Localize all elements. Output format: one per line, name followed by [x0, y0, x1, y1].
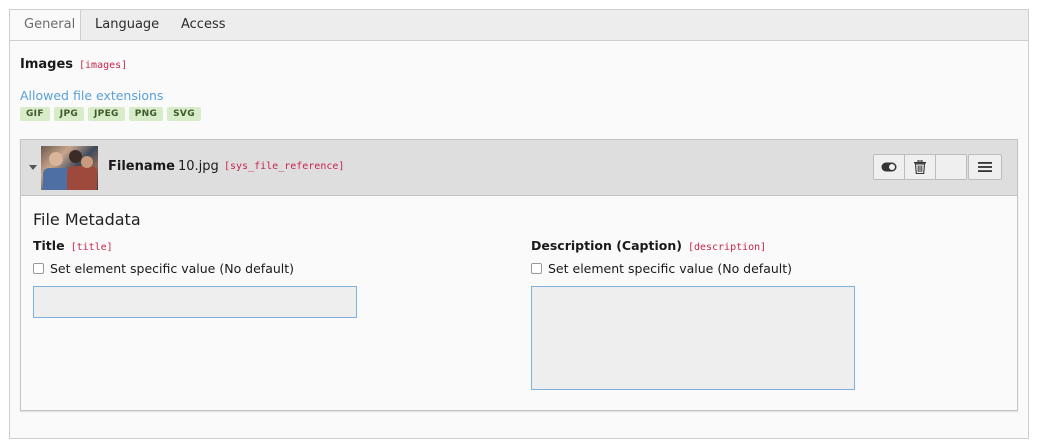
- description-specific-value-checkbox-row[interactable]: Set element specific value (No default): [531, 261, 792, 276]
- hamburger-icon: [978, 162, 992, 172]
- images-field-title: Images [images]: [20, 57, 127, 72]
- record-button-group: [873, 154, 1002, 180]
- extension-badge-jpg: JPG: [53, 107, 85, 121]
- title-specific-value-checkbox-row[interactable]: Set element specific value (No default): [33, 261, 294, 276]
- tab-access[interactable]: Access: [167, 10, 240, 41]
- description-label-text: Description (Caption): [531, 238, 682, 253]
- images-field-code: [images]: [79, 60, 128, 71]
- blank-action-button[interactable]: [935, 154, 967, 180]
- extension-badge-jpeg: JPEG: [88, 107, 125, 121]
- tab-bar: General Language Access: [9, 9, 1029, 42]
- collapse-caret-icon[interactable]: [29, 165, 37, 170]
- extension-badge-gif: GIF: [20, 107, 50, 121]
- extension-badge-svg: SVG: [167, 107, 201, 121]
- title-field-code: [title]: [70, 242, 113, 253]
- image-thumbnail[interactable]: [41, 146, 98, 190]
- allowed-extensions-label: Allowed file extensions: [20, 88, 164, 103]
- description-field-code: [description]: [687, 242, 767, 253]
- title-input[interactable]: [33, 286, 357, 318]
- description-checkbox-label: Set element specific value (No default): [548, 261, 793, 276]
- delete-button[interactable]: [904, 154, 936, 180]
- tab-language[interactable]: Language: [81, 10, 173, 41]
- file-reference-code: [sys_file_reference]: [224, 161, 345, 172]
- file-reference-panel: Filename 10.jpg [sys_file_reference] Fil…: [20, 139, 1018, 411]
- description-textarea[interactable]: [531, 286, 855, 390]
- more-actions-button[interactable]: [968, 154, 1002, 180]
- file-reference-header[interactable]: Filename 10.jpg [sys_file_reference]: [21, 140, 1017, 196]
- filename-label: Filename: [108, 159, 175, 174]
- trash-icon: [914, 160, 926, 174]
- description-specific-value-checkbox[interactable]: [531, 263, 542, 274]
- tab-panel-general: Images [images] Allowed file extensions G…: [9, 40, 1029, 439]
- title-label-text: Title: [33, 238, 65, 253]
- extension-badge-png: PNG: [128, 107, 164, 121]
- toggle-visibility-button[interactable]: [873, 154, 905, 180]
- extension-badges: GIF JPG JPEG PNG SVG: [20, 107, 201, 121]
- filename-value: 10.jpg: [178, 159, 219, 174]
- title-checkbox-label: Set element specific value (No default): [50, 261, 295, 276]
- file-metadata-heading: File Metadata: [33, 210, 141, 229]
- images-field-label: Images: [20, 57, 74, 72]
- description-field-label: Description (Caption) [description]: [531, 238, 766, 253]
- title-specific-value-checkbox[interactable]: [33, 263, 44, 274]
- title-field-label: Title [title]: [33, 238, 113, 253]
- tab-general[interactable]: General: [10, 10, 81, 42]
- toggle-icon: [881, 162, 897, 172]
